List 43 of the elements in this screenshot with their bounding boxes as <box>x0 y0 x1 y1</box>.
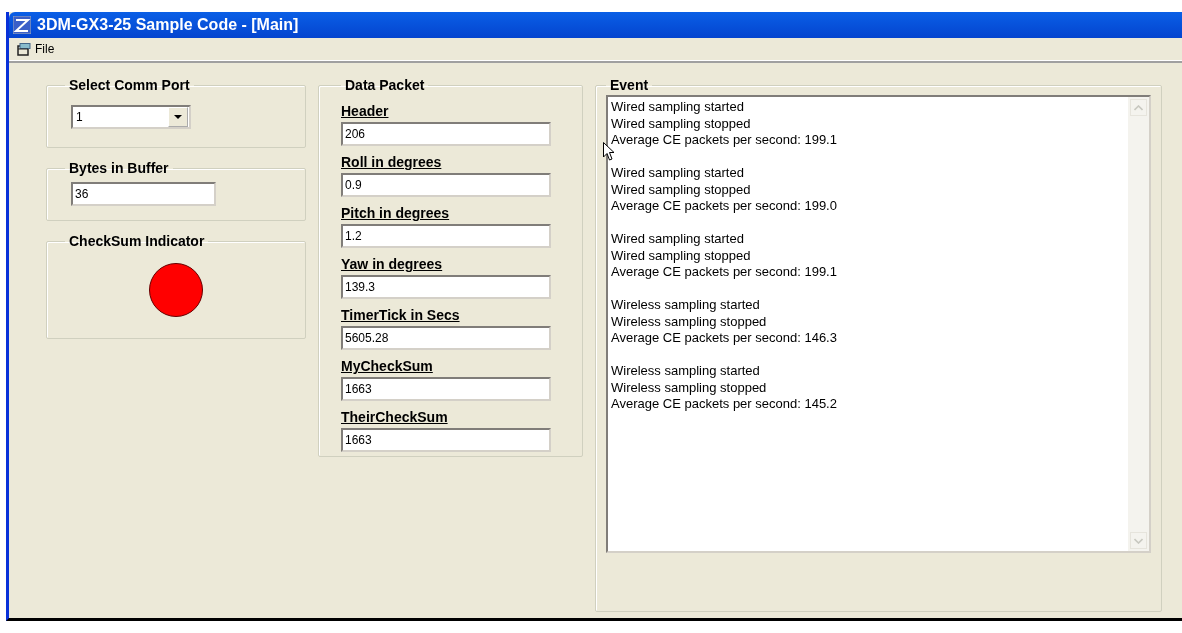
caret-icon <box>174 114 182 120</box>
log-line: Wired sampling started <box>611 165 745 182</box>
value-field[interactable]: 1663 <box>341 428 551 452</box>
log-line: Wireless sampling started <box>611 297 761 314</box>
group-title: Data Packet <box>344 77 426 93</box>
value-field[interactable]: 0.9 <box>341 173 551 197</box>
value-field[interactable]: 1.2 <box>341 224 551 248</box>
log-line: Average CE packets per second: 146.3 <box>611 330 838 347</box>
value-field[interactable]: 5605.28 <box>341 326 551 350</box>
window-title: 3DM-GX3-25 Sample Code - [Main] <box>37 16 299 34</box>
value-field[interactable]: 139.3 <box>341 275 551 299</box>
port-dropdown[interactable]: 1 <box>71 105 191 129</box>
log-line: Average CE packets per second: 199.0 <box>611 198 838 215</box>
log-line: Wired sampling stopped <box>611 115 752 132</box>
field-label: Header <box>341 103 390 119</box>
value-field[interactable]: 206 <box>341 122 551 146</box>
field-label: Roll in degrees <box>341 154 443 170</box>
log-line: Wired sampling started <box>611 231 745 248</box>
field-label: MyCheckSum <box>341 358 434 374</box>
field-label: TheirCheckSum <box>341 409 449 425</box>
group-title: Bytes in Buffer <box>68 160 170 176</box>
group-title: Select Comm Port <box>68 77 191 93</box>
log-line: Average CE packets per second: 199.1 <box>611 132 838 149</box>
field-label: Yaw in degrees <box>341 256 444 272</box>
log-line: Wireless sampling stopped <box>611 379 768 396</box>
menu-item[interactable]: File <box>15 42 57 56</box>
bytes-field[interactable]: 36 <box>71 182 216 206</box>
log-line: Average CE packets per second: 145.2 <box>611 396 838 413</box>
log-line: Wireless sampling started <box>611 363 761 380</box>
event-log[interactable] <box>606 95 1151 553</box>
log-line: Wired sampling started <box>611 99 745 116</box>
log-line: Wired sampling stopped <box>611 247 752 264</box>
group-title: CheckSum Indicator <box>68 233 206 249</box>
log-line: Wireless sampling stopped <box>611 313 768 330</box>
window-icon <box>17 42 31 56</box>
field-label: TimerTick in Secs <box>341 307 461 323</box>
app-icon <box>13 16 31 34</box>
log-line: Average CE packets per second: 199.1 <box>611 264 838 281</box>
field-label: Pitch in degrees <box>341 205 451 221</box>
value-field[interactable]: 1663 <box>341 377 551 401</box>
log-line: Wired sampling stopped <box>611 181 752 198</box>
group-title: Event <box>609 77 650 93</box>
scrollbar[interactable] <box>1128 97 1149 551</box>
